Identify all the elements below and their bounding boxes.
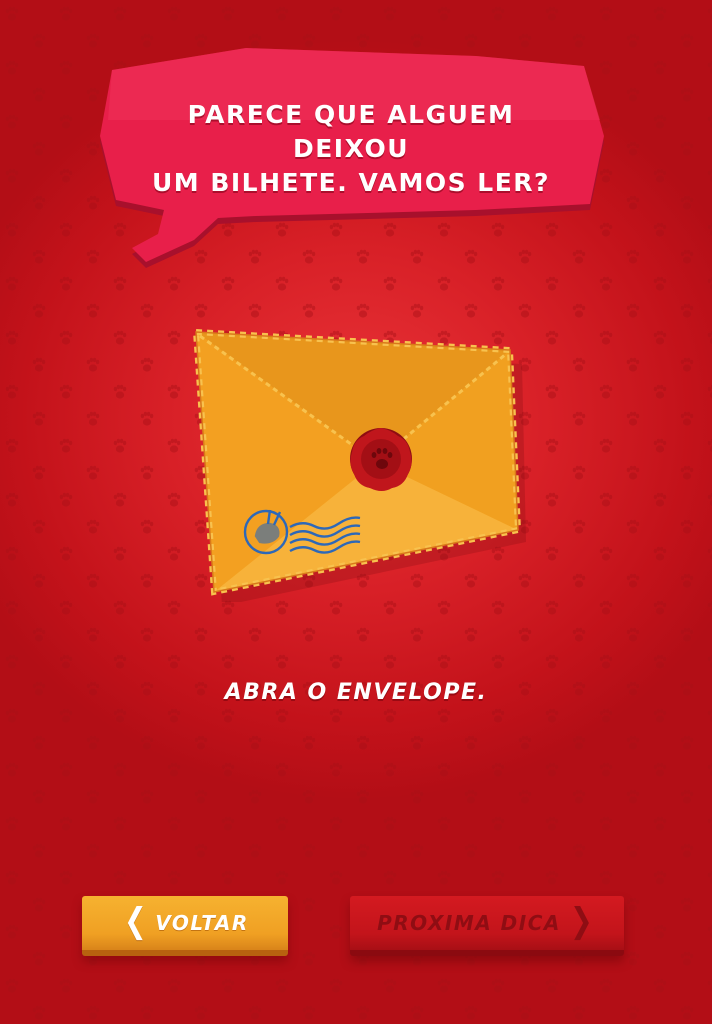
game-screen: PARECE QUE ALGUEM DEIXOU UM BILHETE. VAM… [0,0,712,1024]
bubble-line-2: UM BILHETE. VAMOS LER? [151,168,551,197]
speech-bubble: PARECE QUE ALGUEM DEIXOU UM BILHETE. VAM… [96,40,612,270]
back-button-label: VOLTAR [155,911,249,935]
envelope-icon[interactable] [186,322,526,602]
wax-seal-icon [350,428,412,491]
next-hint-button-label: PROXIMA DICA [377,911,561,935]
back-button[interactable]: ❮ VOLTAR [82,896,288,956]
chevron-left-icon: ❮ [124,901,149,941]
bubble-line-1: PARECE QUE ALGUEM DEIXOU [187,100,515,163]
instruction-text: ABRA O ENVELOPE. [224,680,488,705]
bubble-message: PARECE QUE ALGUEM DEIXOU UM BILHETE. VAM… [126,98,576,200]
chevron-right-icon: ❯ [569,901,594,941]
next-hint-button[interactable]: PROXIMA DICA ❯ [350,896,624,956]
